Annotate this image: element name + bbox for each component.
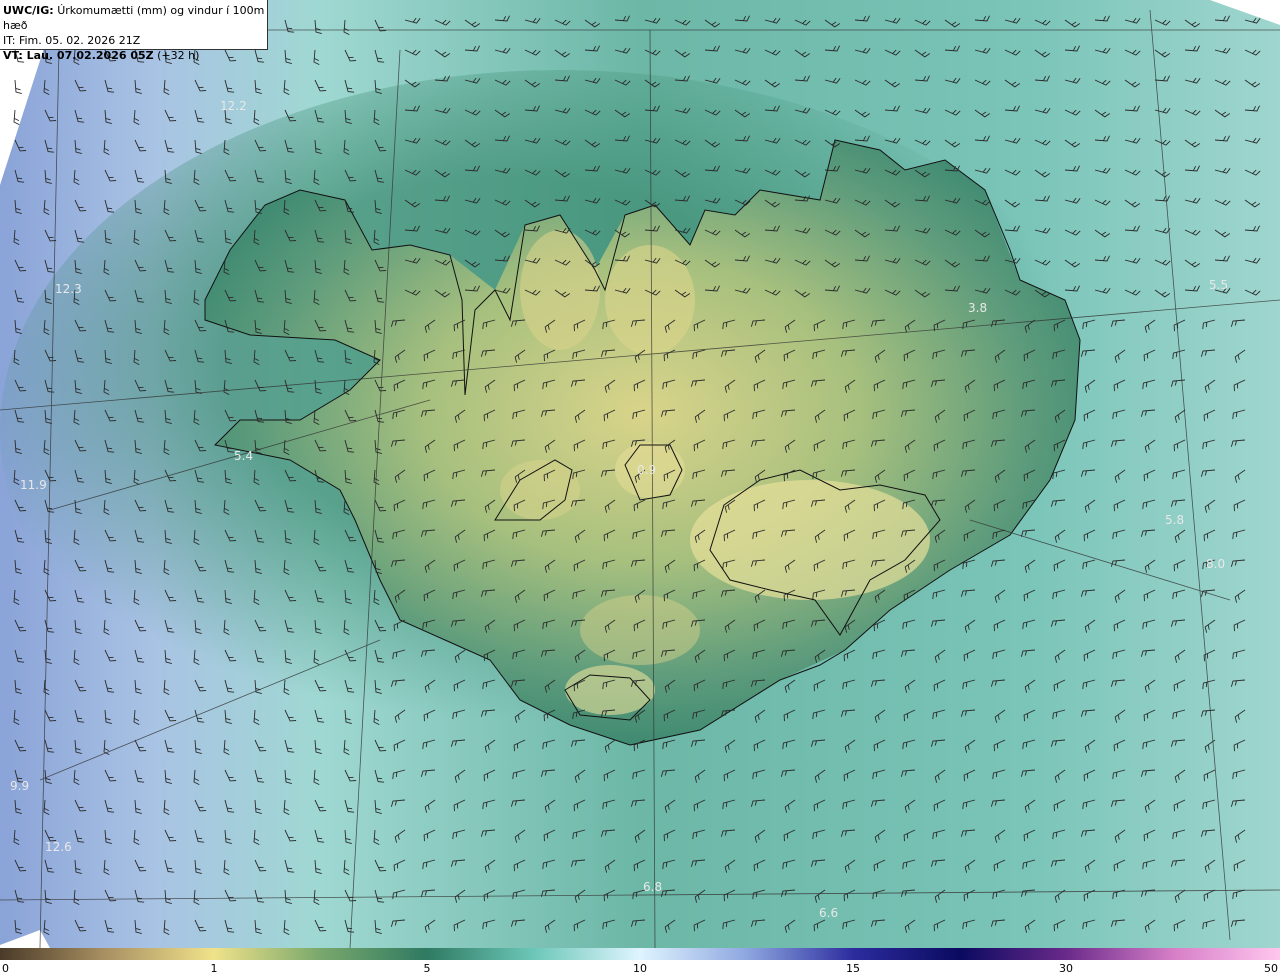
colorbar-tick-label: 0: [2, 962, 9, 975]
colorbar-tick-label: 50: [1264, 962, 1278, 975]
map-value-label: 6.6: [819, 906, 838, 920]
map-value-label: 12.2: [220, 99, 247, 113]
map-title-box: UWC/IG: Úrkomumætti (mm) og vindur í 100…: [0, 0, 268, 62]
colorbar-tick-label: 15: [846, 962, 860, 975]
map-value-label: 5.5: [1209, 278, 1228, 292]
valid-time: VT: Lau. 07.02.2026 05Z: [3, 49, 154, 62]
map-value-label: 5.4: [234, 449, 253, 463]
colorbar-tick-labels: 0 1 5 10 15 30 50: [0, 962, 1280, 978]
map-value-label: 3.8: [968, 301, 987, 315]
product-code: UWC/IG:: [3, 4, 54, 17]
colorbar-tick-label: 30: [1059, 962, 1073, 975]
map-value-label: 5.8: [1165, 513, 1184, 527]
init-time: IT: Fim. 05. 02. 2026 21Z: [3, 34, 141, 47]
map-value-label: 12.6: [45, 840, 72, 854]
map-value-label: 11.9: [20, 478, 47, 492]
colorbar-tick-label: 1: [210, 962, 218, 975]
map-value-label: 6.8: [643, 880, 662, 894]
map-value-label: 9.9: [10, 779, 29, 793]
colorbar-tick-label: 5: [423, 962, 431, 975]
map-value-label: 8.0: [1206, 557, 1225, 571]
forecast-offset: (+32 h): [157, 49, 200, 62]
map-value-label: 0.9: [637, 463, 656, 477]
colorbar-tick-label: 10: [633, 962, 647, 975]
precipitation-colorbar: [0, 948, 1280, 960]
map-value-label: 12.3: [55, 282, 82, 296]
precipitation-map: 12.2 12.3 11.9 5.4 0.9 3.8 5.5 5.8 8.0 9…: [0, 0, 1280, 948]
